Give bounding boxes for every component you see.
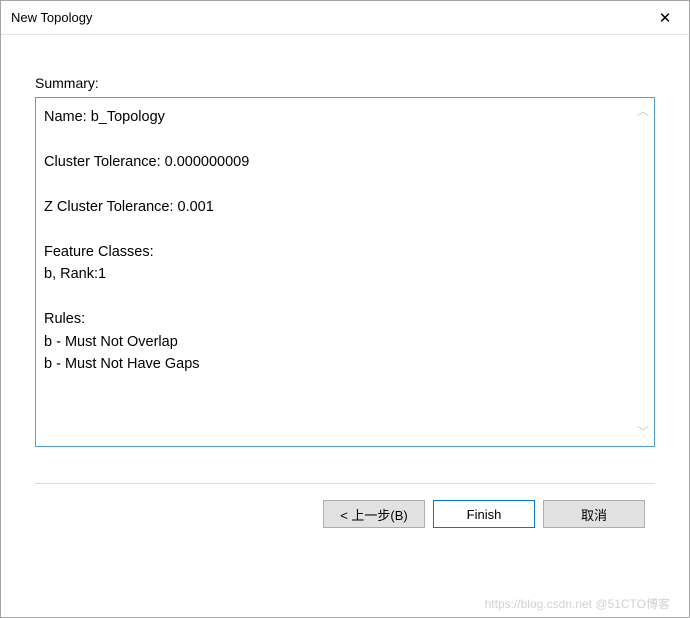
summary-label: Summary: [35, 75, 655, 91]
summary-line-rule-2: b - Must Not Have Gaps [44, 353, 642, 375]
summary-line-feature-classes-item: b, Rank:1 [44, 263, 642, 285]
summary-line-cluster-tolerance: Cluster Tolerance: 0.000000009 [44, 151, 642, 173]
close-icon: ✕ [659, 9, 672, 27]
window-title: New Topology [11, 10, 92, 25]
dialog-window: New Topology ✕ Summary: ︿ Name: b_Topolo… [0, 0, 690, 618]
button-bar: < 上一步(B) Finish 取消 [35, 484, 655, 528]
back-button[interactable]: < 上一步(B) [323, 500, 425, 528]
summary-textbox[interactable]: ︿ Name: b_Topology Cluster Tolerance: 0.… [35, 97, 655, 447]
summary-line-name: Name: b_Topology [44, 106, 642, 128]
scroll-up-icon: ︿ [636, 102, 650, 121]
titlebar: New Topology ✕ [1, 1, 689, 35]
close-button[interactable]: ✕ [641, 1, 689, 34]
summary-line-rules-header: Rules: [44, 308, 642, 330]
summary-line-rule-1: b - Must Not Overlap [44, 331, 642, 353]
cancel-button[interactable]: 取消 [543, 500, 645, 528]
summary-line-feature-classes-header: Feature Classes: [44, 241, 642, 263]
content-area: Summary: ︿ Name: b_Topology Cluster Tole… [1, 35, 689, 617]
summary-line-z-cluster-tolerance: Z Cluster Tolerance: 0.001 [44, 196, 642, 218]
scroll-down-icon: ﹀ [636, 423, 650, 442]
finish-button[interactable]: Finish [433, 500, 535, 528]
